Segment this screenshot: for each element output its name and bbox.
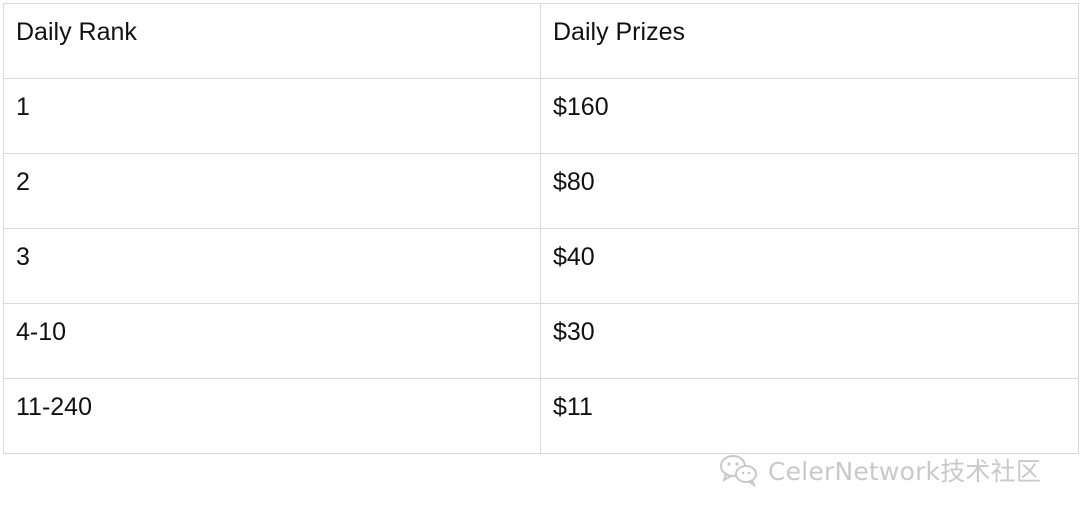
rank-cell: 2	[3, 153, 541, 229]
prize-cell: $80	[540, 153, 1079, 229]
prize-cell: $40	[540, 228, 1079, 304]
watermark-text: CelerNetwork技术社区	[768, 457, 1042, 486]
wechat-icon	[720, 455, 757, 488]
table-row: 1 $160	[3, 78, 1079, 154]
prize-cell: $160	[540, 78, 1079, 154]
rank-cell: 4-10	[3, 303, 541, 379]
table-row: 3 $40	[3, 228, 1079, 304]
daily-prizes-table: Daily Rank Daily Prizes 1 $160 2 $80 3 $…	[3, 3, 1079, 454]
column-header-daily-prizes: Daily Prizes	[540, 3, 1079, 79]
table-row: 4-10 $30	[3, 303, 1079, 379]
table-row: 11-240 $11	[3, 378, 1079, 454]
rank-cell: 1	[3, 78, 541, 154]
watermark: CelerNetwork技术社区	[718, 452, 1041, 488]
rank-cell: 11-240	[3, 378, 541, 454]
column-header-daily-rank: Daily Rank	[3, 3, 541, 79]
rank-cell: 3	[3, 228, 541, 304]
prize-cell: $11	[540, 378, 1079, 454]
prize-cell: $30	[540, 303, 1079, 379]
table-header-row: Daily Rank Daily Prizes	[3, 3, 1079, 79]
table-row: 2 $80	[3, 153, 1079, 229]
